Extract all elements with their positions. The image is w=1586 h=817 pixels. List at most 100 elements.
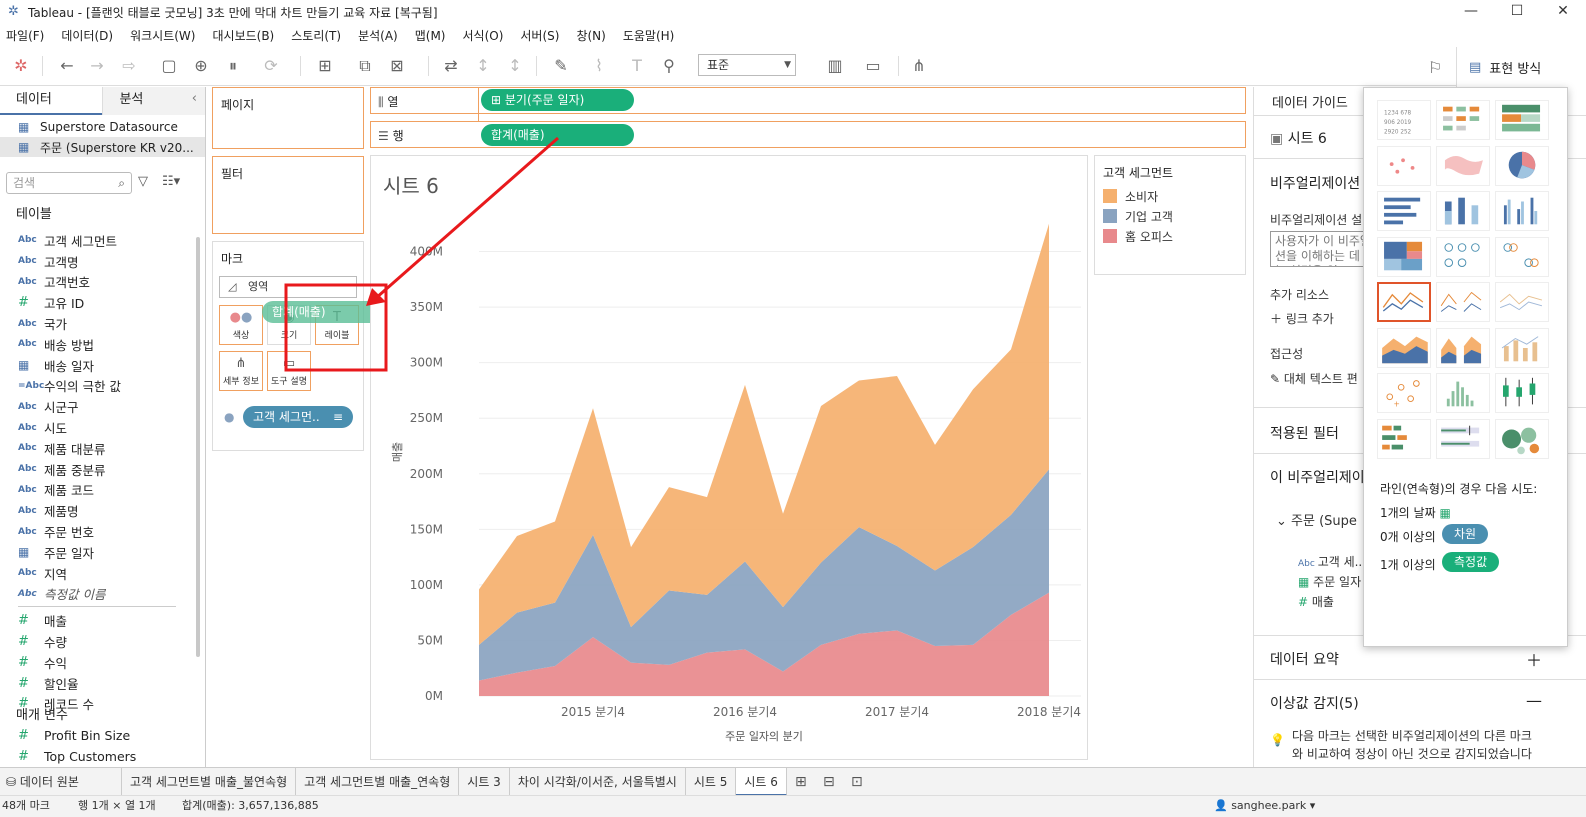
clear-sheet-icon[interactable]: ⊠ — [386, 55, 408, 77]
collapse-section-icon[interactable]: — — [1526, 691, 1542, 710]
showme-scatter-plot[interactable]: + — [1377, 373, 1431, 413]
columns-pill[interactable]: ⊞ 분기(주문 일자) — [481, 89, 634, 111]
sheet-tab[interactable]: 차이 시각화/이서준, 서울특별시 — [510, 767, 686, 796]
showme-tab[interactable]: ▤ 표현 방식 — [1456, 47, 1586, 87]
sort-asc-icon[interactable]: ↕ — [472, 55, 494, 77]
field-item[interactable]: Abc 고객번호 — [0, 272, 196, 293]
showme-filled-map[interactable] — [1436, 145, 1490, 186]
new-story-icon[interactable]: ⊡ — [843, 774, 871, 790]
menu-help[interactable]: 도움말(H) — [623, 27, 675, 44]
showme-side-by-side-bars[interactable] — [1495, 191, 1549, 231]
field-item[interactable]: # 매출 — [0, 610, 196, 631]
sort-desc-icon[interactable]: ↕ — [504, 55, 526, 77]
tooltip-button[interactable]: ▭ 도구 설명 — [267, 351, 311, 391]
menu-window[interactable]: 창(N) — [576, 27, 605, 44]
replay-icon[interactable]: ⇨ — [118, 55, 140, 77]
field-item[interactable]: Abc 지역 — [0, 563, 196, 584]
new-worksheet-icon[interactable]: ⊞ — [787, 774, 815, 790]
field-item[interactable]: # 수익 — [0, 652, 196, 673]
menu-analysis[interactable]: 분석(A) — [358, 27, 398, 44]
field-item[interactable]: =Abc 수익의 극한 값 — [0, 376, 196, 397]
pin-icon[interactable]: ⚐ — [1428, 58, 1442, 77]
pages-shelf[interactable]: 페이지 — [212, 87, 364, 149]
filter-icon[interactable]: ▽ — [138, 174, 148, 189]
close-button[interactable]: ✕ — [1540, 0, 1586, 24]
showme-lines-continuous[interactable] — [1377, 282, 1431, 322]
showme-box-plot[interactable] — [1495, 373, 1549, 413]
showme-area-continuous[interactable] — [1377, 327, 1431, 368]
field-item[interactable]: Abc 제품명 — [0, 500, 196, 521]
duplicate-sheet-icon[interactable]: ⧉ — [354, 55, 376, 77]
showme-pie-chart[interactable] — [1495, 145, 1549, 186]
outliers-title[interactable]: 이상값 감지(5) — [1270, 693, 1359, 713]
alt-text-link[interactable]: ✎ 대체 텍스트 편 — [1270, 370, 1358, 387]
field-item[interactable]: Abc 배송 방법 — [0, 334, 196, 355]
field-item[interactable]: Abc 시군구 — [0, 396, 196, 417]
color-legend[interactable]: 고객 세그먼트 소비자 기업 고객 홈 오피스 — [1094, 155, 1246, 275]
expand-icon[interactable]: ＋ — [1526, 647, 1542, 671]
scrollbar[interactable] — [196, 237, 200, 657]
field-item[interactable]: Abc 제품 대분류 — [0, 438, 196, 459]
data-summary[interactable]: 데이터 요약 — [1270, 649, 1339, 669]
showme-packed-bubbles[interactable] — [1495, 418, 1549, 459]
sheet-tab[interactable]: 고객 세그먼트별 매출_연속형 — [296, 767, 460, 796]
sheet-tab[interactable]: 시트 3 — [459, 767, 510, 796]
sheet-tab[interactable]: 고객 세그먼트별 매출_불연속형 — [122, 767, 297, 796]
showme-heat-map[interactable] — [1436, 100, 1490, 140]
menu-worksheet[interactable]: 워크시트(W) — [130, 27, 195, 44]
field-item[interactable]: Abc 시도 — [0, 417, 196, 438]
new-datasource-icon[interactable]: ⊕ — [190, 55, 212, 77]
new-worksheet-icon[interactable]: ⊞ — [314, 55, 336, 77]
save-icon[interactable]: ▢ — [158, 55, 180, 77]
field-item[interactable]: Abc 제품 코드 — [0, 480, 196, 501]
field-item[interactable]: Abc 고객 세그먼트 — [0, 230, 196, 251]
search-input[interactable]: 검색 ⌕ — [6, 172, 132, 194]
showme-area-discrete[interactable] — [1436, 327, 1490, 368]
field-item[interactable]: Abc 고객명 — [0, 251, 196, 272]
fit-select[interactable]: 표준 ▼ — [698, 54, 796, 76]
showme-lines-discrete[interactable] — [1436, 282, 1490, 322]
legend-item[interactable]: 홈 오피스 — [1103, 228, 1173, 244]
pause-updates-icon[interactable]: ⏸ — [222, 55, 244, 77]
area-chart[interactable]: 0M 50M 100M 150M 200M 250M 300M 350M 400M 2015 분기… — [371, 156, 1087, 759]
applied-filters[interactable]: 적용된 필터 — [1270, 423, 1339, 443]
undo-icon[interactable]: ← — [56, 55, 78, 77]
sheet-tab[interactable]: 시트 5 — [686, 767, 737, 796]
datasource-tab[interactable]: ⛁ 데이터 원본 — [0, 767, 122, 796]
showme-circle-views[interactable] — [1436, 236, 1490, 277]
showme-treemap[interactable] — [1377, 236, 1431, 277]
rows-pill[interactable]: 합계(매출) — [481, 124, 634, 146]
legend-item[interactable]: 기업 고객 — [1103, 208, 1173, 224]
field-item[interactable]: Abc 측정값 이름 — [0, 584, 196, 605]
redo-icon[interactable]: → — [86, 55, 108, 77]
tab-analysis[interactable]: 분석 — [102, 87, 205, 115]
color-pill[interactable]: 고객 세그먼.. ≡ — [243, 406, 353, 428]
tableau-home-icon[interactable]: ✲ — [10, 55, 32, 77]
field-item[interactable]: # 고유 ID — [0, 292, 196, 313]
color-button[interactable]: ●● 색상 — [219, 305, 263, 345]
param-item[interactable]: # Profit Bin Size — [0, 725, 196, 746]
showme-dual-lines[interactable] — [1495, 282, 1549, 322]
field-item[interactable]: Abc 주문 번호 — [0, 521, 196, 542]
showme-stacked-bars[interactable] — [1436, 191, 1490, 231]
share-icon[interactable]: ⋔ — [908, 55, 930, 77]
showme-horizontal-bars[interactable] — [1377, 191, 1431, 231]
menu-file[interactable]: 파일(F) — [6, 27, 44, 44]
show-cards-icon[interactable]: ▥ — [824, 55, 846, 77]
showme-dual-combination[interactable] — [1495, 327, 1549, 368]
field-item[interactable]: # 수량 — [0, 631, 196, 652]
legend-item[interactable]: 소비자 — [1103, 188, 1158, 204]
sheet-tab-active[interactable]: 시트 6 — [736, 767, 787, 796]
collapse-icon[interactable]: ‹ — [192, 91, 197, 106]
user-menu[interactable]: 👤 sanghee.park ▾ — [1214, 796, 1315, 816]
menu-dashboard[interactable]: 대시보드(B) — [212, 27, 274, 44]
menu-format[interactable]: 서식(O) — [463, 27, 504, 44]
showme-text-table[interactable]: 1234 678 906 2019 2920 252 — [1377, 100, 1431, 140]
showme-highlight-table[interactable] — [1495, 100, 1549, 140]
field-item[interactable]: ▦ 주문 일자 — [0, 542, 196, 563]
showme-histogram[interactable] — [1436, 373, 1490, 413]
presentation-icon[interactable]: ▭ — [862, 55, 884, 77]
new-dashboard-icon[interactable]: ⊟ — [815, 774, 843, 790]
maximize-button[interactable]: ☐ — [1494, 0, 1540, 24]
view-options-icon[interactable]: ☷▾ — [162, 174, 180, 189]
